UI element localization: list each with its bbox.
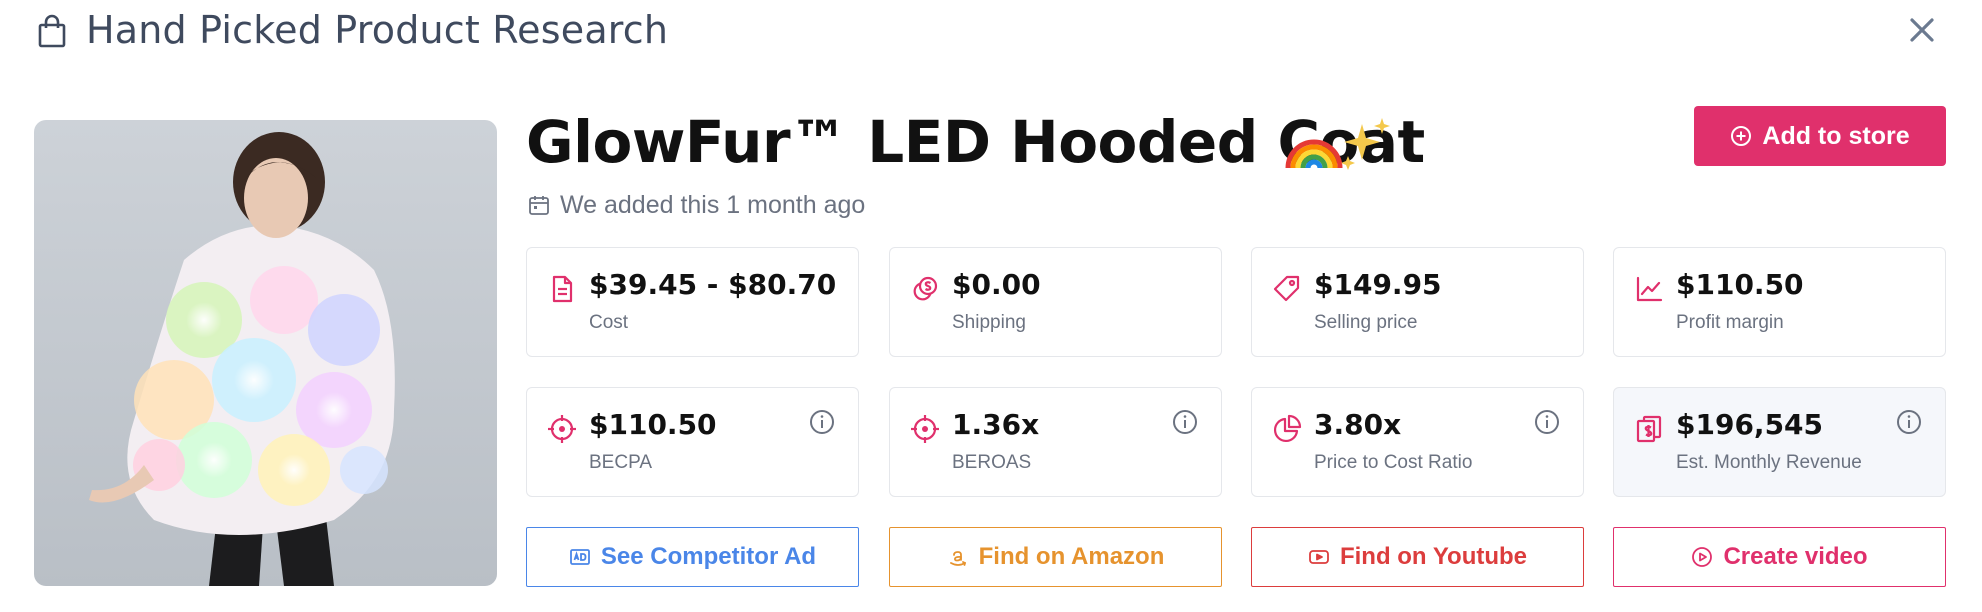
document-icon: [552, 275, 573, 303]
stat-card-selling-price: $149.95 Selling price: [1251, 247, 1584, 357]
plus-circle-icon: [1731, 126, 1752, 146]
find-on-youtube-label: Find on Youtube: [1339, 543, 1528, 570]
stat-card-beroas: 1.36x BEROAS: [889, 387, 1222, 497]
pie-chart-icon: [1273, 414, 1302, 443]
added-date: We added this 1 month ago: [528, 189, 865, 221]
price-tag-icon: [1273, 275, 1300, 302]
shopping-bag-icon: [38, 14, 66, 48]
added-text: We added this 1 month ago: [560, 190, 866, 219]
amazon-icon: [949, 551, 966, 566]
info-icon[interactable]: [1533, 408, 1561, 436]
calendar-icon: [529, 196, 549, 215]
stat-label: BEROAS: [952, 452, 1032, 473]
stat-label: Cost: [589, 312, 629, 333]
stat-card-profit-margin: $110.50 Profit margin: [1613, 247, 1946, 357]
modal-title: Hand Picked Product Research: [86, 8, 669, 52]
crosshair-icon: [548, 415, 576, 443]
stat-label: Est. Monthly Revenue: [1676, 452, 1862, 473]
stat-card-price-cost-ratio: 3.80x Price to Cost Ratio: [1251, 387, 1584, 497]
find-on-youtube-button[interactable]: Find on Youtube: [1251, 527, 1584, 587]
rainbow-sparkles-icon: [1285, 118, 1390, 170]
info-icon[interactable]: [1171, 408, 1199, 436]
stat-value: $149.95: [1314, 268, 1442, 301]
see-competitor-ad-label: See Competitor Ad: [600, 543, 817, 570]
stat-value: $110.50: [1676, 268, 1804, 301]
trend-line-icon: [1636, 276, 1663, 302]
stat-value: 1.36x: [952, 408, 1040, 441]
stat-label: Selling price: [1314, 312, 1418, 333]
stat-value: $196,545: [1676, 408, 1824, 441]
info-icon[interactable]: [808, 408, 836, 436]
crosshair-icon: [911, 415, 939, 443]
stat-value: 3.80x: [1314, 408, 1402, 441]
stat-label: Shipping: [952, 312, 1026, 333]
youtube-icon: [1309, 550, 1329, 564]
play-circle-icon: [1692, 547, 1713, 567]
stat-value: $39.45 - $80.70: [589, 268, 837, 301]
ad-icon: [570, 549, 590, 565]
stat-card-becpa: $110.50 BECPA: [526, 387, 859, 497]
close-icon[interactable]: [1900, 8, 1944, 52]
coins-icon: [913, 276, 938, 301]
create-video-button[interactable]: Create video: [1613, 527, 1946, 587]
product-image: [34, 120, 497, 586]
create-video-label: Create video: [1723, 543, 1868, 570]
stat-value: $110.50: [589, 408, 717, 441]
stat-label: Profit margin: [1676, 312, 1784, 333]
stat-card-cost: $39.45 - $80.70 Cost: [526, 247, 859, 357]
stat-value: $0.00: [952, 268, 1041, 301]
modal-header: Hand Picked Product Research: [0, 0, 1982, 60]
find-on-amazon-button[interactable]: Find on Amazon: [889, 527, 1222, 587]
find-on-amazon-label: Find on Amazon: [978, 543, 1165, 570]
stat-card-shipping: $0.00 Shipping: [889, 247, 1222, 357]
see-competitor-ad-button[interactable]: See Competitor Ad: [526, 527, 859, 587]
stat-label: BECPA: [589, 452, 653, 473]
invoice-dollar-icon: [1636, 415, 1662, 443]
add-to-store-button[interactable]: Add to store: [1694, 106, 1946, 166]
info-icon[interactable]: [1895, 408, 1923, 436]
stat-label: Price to Cost Ratio: [1314, 452, 1473, 473]
stat-card-monthly-revenue: $196,545 Est. Monthly Revenue: [1613, 387, 1946, 497]
add-to-store-label: Add to store: [1762, 121, 1910, 150]
